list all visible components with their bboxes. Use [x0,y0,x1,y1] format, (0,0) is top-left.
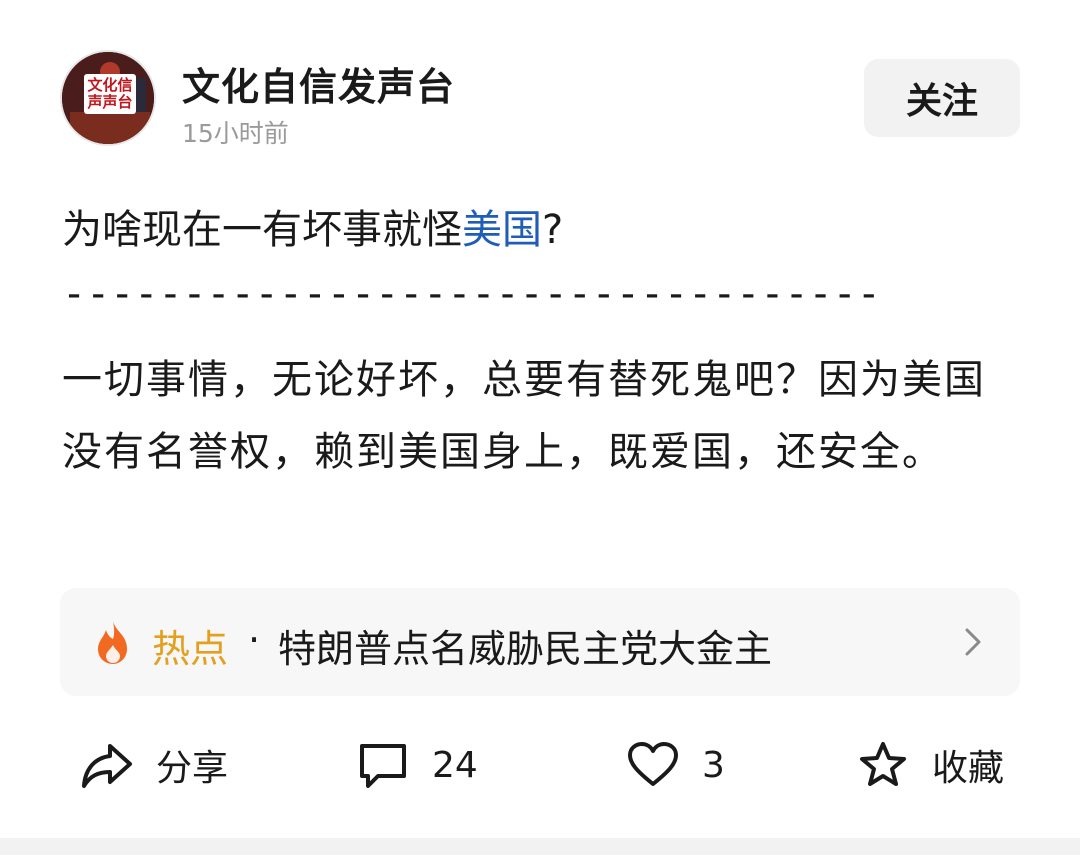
post-title: 为啥现在一有坏事就怪美国? [62,200,563,260]
avatar-logo-text: 文化信 声声台 [84,74,136,114]
hot-topic-title: 特朗普点名威胁民主党大金主 [278,627,773,671]
star-icon [860,742,906,786]
hot-topic-card[interactable]: 热点 · 特朗普点名威胁民主党大金主 [60,588,1020,696]
share-label: 分享 [156,748,229,789]
hot-topic-separator: · [248,618,261,662]
hot-topic-label: 热点 [152,627,229,671]
comment-button[interactable]: 24 [356,735,478,795]
bottom-divider [0,838,1080,855]
flame-icon [98,621,127,664]
favorite-button[interactable]: 收藏 [856,735,1004,795]
like-button[interactable]: 3 [626,735,725,795]
heart-icon [628,742,678,786]
post-body: 一切事情，无论好坏，总要有替死鬼吧？因为美国没有名誉权，赖到美国身上，既爱国，还… [62,357,986,475]
text-divider: ----------------------------------- [62,272,887,316]
follow-button[interactable]: 关注 [864,59,1020,137]
comment-icon [360,744,406,788]
favorite-label: 收藏 [932,748,1005,789]
share-button[interactable]: 分享 [80,735,228,795]
post-title-suffix: ? [542,207,564,253]
avatar[interactable]: 文化信 声声台 [60,50,156,146]
post-title-text: 为啥现在一有坏事就怪 [62,207,462,253]
comment-count: 24 [432,744,478,786]
topic-link[interactable]: 美国 [462,207,542,253]
author-name[interactable]: 文化自信发声台 [182,56,455,111]
post-page: 文化信 声声台 文化自信发声台 15小时前 关注 为啥现在一有坏事就怪美国? -… [0,0,1080,855]
chevron-right-icon [965,628,981,656]
post-timestamp: 15小时前 [182,119,289,148]
share-icon [82,744,132,788]
like-count: 3 [702,744,725,786]
